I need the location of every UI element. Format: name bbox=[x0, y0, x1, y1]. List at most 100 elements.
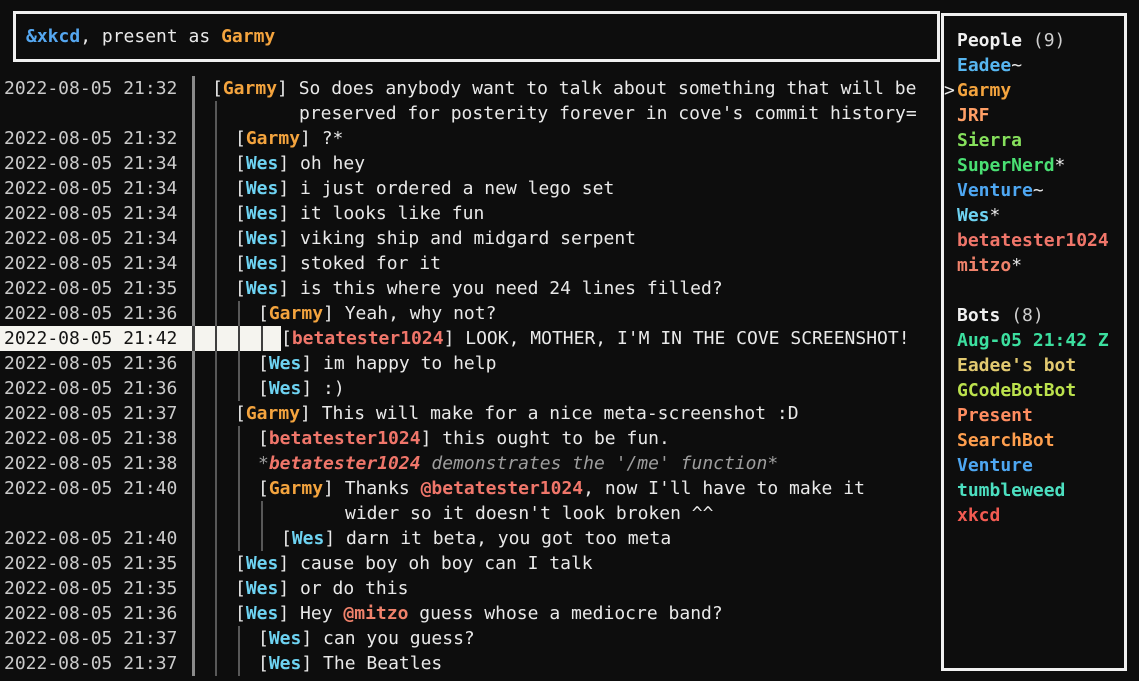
message-fragment: [ bbox=[235, 278, 246, 299]
person-item-mitzo[interactable]: mitzo* bbox=[944, 253, 1124, 278]
message-timestamp: 2022-08-05 21:34 bbox=[4, 176, 177, 201]
nick-wes[interactable]: Wes bbox=[246, 578, 279, 599]
message-fragment: [ bbox=[235, 153, 246, 174]
message-fragment: is this where you need 24 lines filled? bbox=[300, 278, 723, 299]
timestamp-separator-line bbox=[192, 276, 195, 301]
nick-wes[interactable]: Wes bbox=[246, 228, 279, 249]
message-text: [Wes] is this where you need 24 lines fi… bbox=[235, 276, 723, 301]
person-item-sierra[interactable]: Sierra bbox=[944, 128, 1124, 153]
nick-wes[interactable]: Wes bbox=[292, 528, 325, 549]
message-timestamp: 2022-08-05 21:37 bbox=[4, 626, 177, 651]
nick-wes[interactable]: Wes bbox=[269, 653, 302, 674]
marker-slot bbox=[944, 378, 957, 403]
timestamp-separator-line bbox=[192, 501, 195, 526]
nick-wes[interactable]: Wes bbox=[246, 153, 279, 174]
marker-slot bbox=[944, 453, 957, 478]
thread-guide-line bbox=[215, 526, 217, 551]
timestamp-separator-line bbox=[192, 601, 195, 626]
message-fragment: [ bbox=[258, 653, 269, 674]
nick-garmy[interactable]: Garmy bbox=[246, 403, 300, 424]
message-fragment: ] bbox=[301, 653, 323, 674]
nick-wes[interactable]: Wes bbox=[246, 603, 279, 624]
person-item-venture[interactable]: Venture~ bbox=[944, 178, 1124, 203]
timestamp-separator-line bbox=[192, 626, 195, 651]
marker-slot bbox=[944, 253, 957, 278]
bot-item-xkcd[interactable]: xkcd bbox=[944, 503, 1124, 528]
bot-item-searchbot[interactable]: SearchBot bbox=[944, 428, 1124, 453]
message-fragment: [ bbox=[281, 528, 292, 549]
thread-guide-line bbox=[215, 626, 217, 651]
message-fragment: ] bbox=[278, 603, 300, 624]
presence-suffix: * bbox=[1055, 153, 1066, 178]
bot-item-eadee-s-bot[interactable]: Eadee's bot bbox=[944, 353, 1124, 378]
message-text: *betatester1024 demonstrates the '/me' f… bbox=[258, 451, 778, 476]
thread-guide-line bbox=[261, 526, 263, 551]
message-fragment: it looks like fun bbox=[300, 203, 484, 224]
timestamp-separator-line bbox=[192, 526, 195, 551]
thread-guide-line bbox=[215, 426, 217, 451]
person-item-supernerd[interactable]: SuperNerd* bbox=[944, 153, 1124, 178]
message-fragment: ] bbox=[421, 428, 443, 449]
thread-guide-line bbox=[261, 326, 263, 351]
bot-item-gcodebotbot[interactable]: GCodeBotBot bbox=[944, 378, 1124, 403]
person-item-jrf[interactable]: JRF bbox=[944, 103, 1124, 128]
message-fragment: [ bbox=[235, 253, 246, 274]
timestamp-separator-line bbox=[192, 576, 195, 601]
nick-wes[interactable]: Wes bbox=[269, 628, 302, 649]
bot-item-aug-05-21-42-z[interactable]: Aug-05 21:42 Z bbox=[944, 328, 1124, 353]
nick-garmy[interactable]: Garmy bbox=[269, 303, 323, 324]
timestamp-separator-line bbox=[192, 351, 195, 376]
nick-wes[interactable]: Wes bbox=[246, 203, 279, 224]
message-fragment: Thanks bbox=[345, 478, 421, 499]
thread-guide-line bbox=[215, 501, 217, 526]
message-fragment: [ bbox=[258, 303, 269, 324]
message-fragment: preserved for posterity forever in cove'… bbox=[299, 103, 917, 124]
message-timestamp: 2022-08-05 21:38 bbox=[4, 426, 177, 451]
bot-name: Aug-05 21:42 Z bbox=[957, 328, 1109, 353]
nick-wes[interactable]: Wes bbox=[269, 378, 302, 399]
presence-suffix: * bbox=[1011, 253, 1022, 278]
nick-wes[interactable]: Wes bbox=[246, 178, 279, 199]
message-text: [Wes] The Beatles bbox=[258, 651, 442, 676]
message-text: [Garmy] ?* bbox=[235, 126, 343, 151]
nick-betatester1024[interactable]: @betatester1024 bbox=[421, 478, 584, 499]
person-item-garmy[interactable]: >Garmy bbox=[944, 78, 1124, 103]
message-timestamp: 2022-08-05 21:34 bbox=[4, 201, 177, 226]
nick-wes[interactable]: Wes bbox=[246, 278, 279, 299]
nick-betatester1024[interactable]: betatester1024 bbox=[292, 328, 444, 349]
marker-slot bbox=[944, 503, 957, 528]
message-fragment: or do this bbox=[300, 578, 408, 599]
message-text: [betatester1024] LOOK, MOTHER, I'M IN TH… bbox=[281, 326, 910, 351]
nick-betatester1024[interactable]: betatester1024 bbox=[269, 428, 421, 449]
nick-wes[interactable]: Wes bbox=[269, 353, 302, 374]
message-text: [betatester1024] this ought to be fun. bbox=[258, 426, 670, 451]
message-text: [Wes] :) bbox=[258, 376, 345, 401]
message-fragment: ] bbox=[301, 628, 323, 649]
bot-item-venture[interactable]: Venture bbox=[944, 453, 1124, 478]
message-fragment: [ bbox=[212, 78, 223, 99]
people-title: People bbox=[957, 28, 1022, 53]
message-fragment: ] bbox=[278, 153, 300, 174]
bot-item-tumbleweed[interactable]: tumbleweed bbox=[944, 478, 1124, 503]
marker-slot bbox=[944, 303, 957, 328]
message-fragment: * bbox=[258, 453, 269, 474]
nick-wes[interactable]: Wes bbox=[246, 553, 279, 574]
timestamp-separator-line bbox=[192, 426, 195, 451]
nick-garmy[interactable]: Garmy bbox=[223, 78, 277, 99]
message-text: [Wes] viking ship and midgard serpent bbox=[235, 226, 636, 251]
timestamp-separator-line bbox=[192, 226, 195, 251]
bot-name: tumbleweed bbox=[957, 478, 1065, 503]
nick-garmy[interactable]: Garmy bbox=[246, 128, 300, 149]
nick-garmy[interactable]: Garmy bbox=[269, 478, 323, 499]
bot-name: SearchBot bbox=[957, 428, 1055, 453]
nick-betatester1024[interactable]: betatester1024 bbox=[269, 453, 421, 474]
bot-item-present[interactable]: Present bbox=[944, 403, 1124, 428]
nick-mitzo[interactable]: @mitzo bbox=[343, 603, 408, 624]
person-item-wes[interactable]: Wes* bbox=[944, 203, 1124, 228]
nick-wes[interactable]: Wes bbox=[246, 253, 279, 274]
message-text: [Wes] im happy to help bbox=[258, 351, 496, 376]
person-item-betatester1024[interactable]: betatester1024 bbox=[944, 228, 1124, 253]
person-item-eadee[interactable]: Eadee~ bbox=[944, 53, 1124, 78]
message-text: [Wes] stoked for it bbox=[235, 251, 441, 276]
message-fragment: [ bbox=[258, 428, 269, 449]
